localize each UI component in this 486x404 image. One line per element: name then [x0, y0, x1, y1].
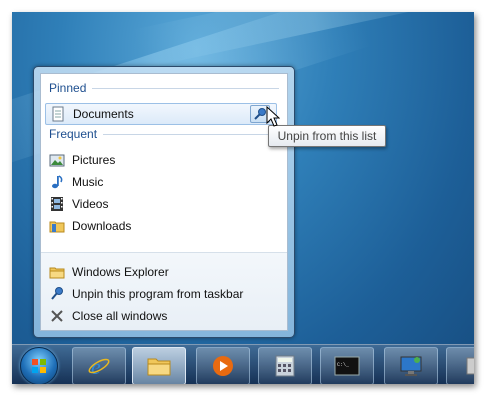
unpin-tooltip: Unpin from this list [268, 125, 386, 147]
windows-orb-icon [32, 359, 46, 373]
frequent-item-label: Music [72, 175, 104, 189]
frequent-item-pictures[interactable]: Pictures [45, 150, 283, 170]
pinned-item-label: Documents [73, 107, 134, 121]
frequent-item-label: Videos [72, 197, 109, 211]
folder-icon [49, 264, 65, 280]
frequent-header-label: Frequent [49, 127, 98, 141]
pinned-header-label: Pinned [49, 81, 87, 95]
pictures-icon [49, 152, 65, 168]
taskbar-windows-explorer[interactable] [132, 347, 186, 384]
taskbar-command-prompt[interactable]: C:\_ [320, 347, 374, 384]
frequent-item-downloads[interactable]: Downloads [45, 216, 283, 236]
frequent-item-label: Pictures [72, 153, 116, 167]
jump-list-panel: Pinned Documents Frequent Pictures Music… [40, 73, 288, 331]
pinned-item-documents[interactable]: Documents [45, 103, 277, 125]
tasks-divider [41, 252, 287, 253]
ie-icon: e [88, 354, 110, 378]
downloads-folder-icon [49, 218, 65, 234]
film-strip-icon [49, 196, 65, 212]
divider-line [92, 87, 279, 89]
task-windows-explorer[interactable]: Windows Explorer [45, 262, 283, 282]
frequent-item-music[interactable]: Music [45, 172, 283, 192]
desktop: Pinned Documents Frequent Pictures Music… [12, 12, 474, 384]
jump-list: Pinned Documents Frequent Pictures Music… [33, 66, 295, 338]
divider-line [103, 133, 279, 135]
taskbar-media-player[interactable] [196, 347, 250, 384]
frequent-item-label: Downloads [72, 219, 132, 233]
task-label: Windows Explorer [72, 265, 169, 279]
tooltip-text: Unpin from this list [277, 129, 377, 143]
taskbar-more[interactable] [446, 347, 474, 384]
frequent-item-videos[interactable]: Videos [45, 194, 283, 214]
task-unpin-program[interactable]: Unpin this program from taskbar [45, 284, 283, 304]
task-label: Close all windows [72, 309, 168, 323]
partial-icon [466, 357, 474, 375]
start-button[interactable] [20, 347, 58, 384]
calculator-icon [275, 355, 295, 377]
frequent-header: Frequent [49, 126, 279, 142]
pinned-header: Pinned [49, 80, 279, 96]
cmd-icon: C:\_ [334, 356, 360, 376]
cmd-prompt-text: C:\_ [337, 362, 350, 368]
taskbar-internet-explorer[interactable]: e [72, 347, 126, 384]
document-icon [50, 106, 66, 122]
music-note-icon [49, 174, 65, 190]
explorer-folder-icon [147, 358, 171, 376]
monitor-icon [400, 356, 422, 376]
media-player-icon [213, 356, 233, 376]
taskbar-remote-desktop[interactable] [384, 347, 438, 384]
taskbar: e C:\_ [12, 344, 474, 384]
mouse-cursor-icon [266, 105, 281, 128]
pushpin-icon [49, 286, 65, 302]
task-close-all-windows[interactable]: Close all windows [45, 306, 283, 326]
task-label: Unpin this program from taskbar [72, 287, 244, 301]
close-x-icon [49, 308, 65, 324]
taskbar-calculator[interactable] [258, 347, 312, 384]
